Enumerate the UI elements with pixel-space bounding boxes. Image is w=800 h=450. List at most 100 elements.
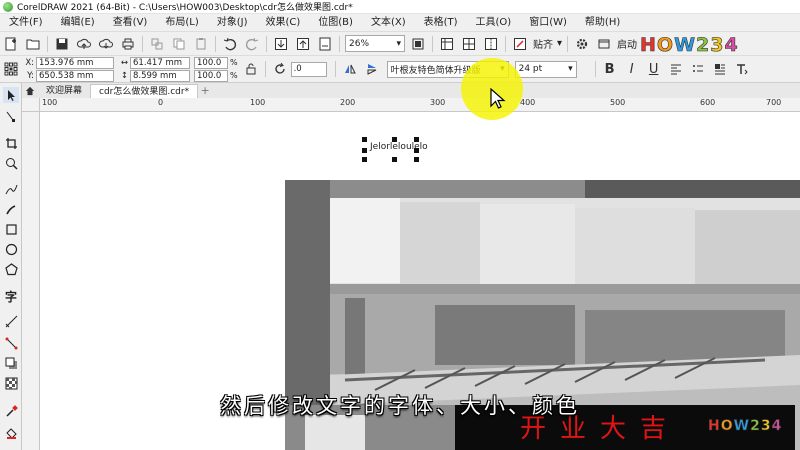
menu-bitmaps[interactable]: 位图(B) <box>309 14 362 31</box>
interactive-fill-tool[interactable] <box>3 425 19 441</box>
transparency-tool[interactable] <box>3 375 19 391</box>
save-button[interactable] <box>53 35 71 53</box>
selection-handle[interactable] <box>362 137 367 142</box>
new-document-button[interactable] <box>2 35 20 53</box>
application-launcher-button[interactable] <box>595 35 613 53</box>
menu-object[interactable]: 对象(J) <box>208 14 257 31</box>
zoom-level-select[interactable]: 26% ▾ <box>345 35 405 52</box>
connector-tool[interactable] <box>3 335 19 351</box>
menu-edit[interactable]: 编辑(E) <box>52 14 104 31</box>
fill-bucket-icon <box>5 427 17 439</box>
horizontal-ruler[interactable]: 100 0 100 200 300 400 500 600 700 <box>40 98 800 112</box>
export-button[interactable] <box>294 35 312 53</box>
save-icon <box>56 38 68 49</box>
selection-handle[interactable] <box>414 137 419 142</box>
selected-text-object[interactable]: Jelorleloulelo <box>370 142 428 152</box>
import-button[interactable] <box>272 35 290 53</box>
video-subtitle: 然后修改文字的字体、大小、颜色 <box>220 394 580 418</box>
menu-tools[interactable]: 工具(O) <box>467 14 521 31</box>
ellipse-tool[interactable] <box>3 241 19 257</box>
copy-button[interactable] <box>170 35 188 53</box>
menu-window[interactable]: 窗口(W) <box>520 14 576 31</box>
selection-handle[interactable] <box>392 157 397 162</box>
rectangle-tool[interactable] <box>3 221 19 237</box>
options-button[interactable] <box>573 35 591 53</box>
toolbar-separator <box>339 35 340 52</box>
menu-table[interactable]: 表格(T) <box>415 14 467 31</box>
launch-label[interactable]: 启动 <box>617 36 637 51</box>
copy-icon <box>173 38 185 49</box>
snap-off-button[interactable] <box>511 35 529 53</box>
lock-ratio-button[interactable] <box>242 60 260 78</box>
shape-tool[interactable] <box>3 108 19 124</box>
artistic-media-tool[interactable] <box>3 201 19 217</box>
chevron-down-icon[interactable]: ▾ <box>557 38 562 49</box>
menu-view[interactable]: 查看(V) <box>104 14 157 31</box>
rectangle-icon <box>5 223 17 235</box>
ruler-origin[interactable] <box>22 98 40 112</box>
menu-text[interactable]: 文本(X) <box>362 14 415 31</box>
menu-help[interactable]: 帮助(H) <box>576 14 629 31</box>
undo-button[interactable] <box>221 35 239 53</box>
menu-layout[interactable]: 布局(L) <box>156 14 207 31</box>
rotation-angle-field[interactable]: .0 <box>290 61 327 77</box>
cut-button[interactable] <box>148 35 166 53</box>
drop-cap-button[interactable] <box>711 60 729 78</box>
full-screen-button[interactable] <box>409 35 427 53</box>
drop-shadow-tool[interactable] <box>3 355 19 371</box>
snap-to-label[interactable]: 贴齐 <box>533 36 553 51</box>
show-rulers-button[interactable] <box>438 35 456 53</box>
show-grid-button[interactable] <box>460 35 478 53</box>
publish-pdf-button[interactable] <box>316 35 334 53</box>
font-size-select[interactable]: 24 pt ▾ <box>514 60 577 78</box>
mirror-vertical-icon <box>367 64 376 75</box>
scale-y-field[interactable]: 100.0 <box>194 69 228 82</box>
bullet-list-button[interactable] <box>689 60 707 78</box>
zoom-tool[interactable] <box>3 155 19 171</box>
bold-button[interactable]: B <box>601 60 619 78</box>
tab-document[interactable]: cdr怎么做效果图.cdr* <box>90 84 199 98</box>
show-guidelines-button[interactable] <box>482 35 500 53</box>
add-tab-button[interactable]: + <box>198 84 212 98</box>
height-field[interactable]: 8.599 mm <box>130 69 190 82</box>
redo-button[interactable] <box>243 35 261 53</box>
object-origin-button[interactable] <box>2 60 20 78</box>
mirror-horizontal-button[interactable] <box>341 60 359 78</box>
selection-handle[interactable] <box>362 157 367 162</box>
print-button[interactable] <box>119 35 137 53</box>
chevron-down-icon: ▾ <box>568 64 573 74</box>
italic-button[interactable]: I <box>623 60 641 78</box>
selection-handle[interactable] <box>414 148 419 153</box>
window-title: CorelDRAW 2021 (64-Bit) - C:\Users\HOW00… <box>17 3 353 13</box>
cloud-upload-button[interactable] <box>75 35 93 53</box>
width-field[interactable]: 61.417 mm <box>130 56 190 69</box>
menu-effects[interactable]: 效果(C) <box>256 14 309 31</box>
export-icon <box>297 37 309 50</box>
paste-icon <box>196 37 206 49</box>
x-position-field[interactable]: 153.976 mm <box>36 56 114 69</box>
text-tool[interactable]: 字 <box>3 288 19 304</box>
pick-tool[interactable] <box>3 87 19 103</box>
selection-handle[interactable] <box>414 157 419 162</box>
freehand-tool[interactable] <box>3 181 19 197</box>
text-alignment-button[interactable] <box>667 60 685 78</box>
selection-handle[interactable] <box>362 148 367 153</box>
menu-file[interactable]: 文件(F) <box>0 14 52 31</box>
tab-welcome-screen[interactable]: 欢迎屏幕 <box>38 84 90 98</box>
open-button[interactable] <box>24 35 42 53</box>
text-properties-button[interactable] <box>733 60 751 78</box>
paste-button[interactable] <box>192 35 210 53</box>
crop-tool[interactable] <box>3 135 19 151</box>
home-tab[interactable] <box>22 83 38 98</box>
redo-icon <box>246 37 259 50</box>
polygon-tool[interactable] <box>3 261 19 277</box>
underline-button[interactable]: U <box>645 60 663 78</box>
selection-handle[interactable] <box>392 137 397 142</box>
scale-x-field[interactable]: 100.0 <box>194 56 228 69</box>
cloud-download-button[interactable] <box>97 35 115 53</box>
mirror-vertical-button[interactable] <box>363 60 381 78</box>
y-position-field[interactable]: 650.538 mm <box>36 69 114 82</box>
rulers-icon <box>441 37 453 50</box>
parallel-dimension-tool[interactable] <box>3 313 19 329</box>
reference-point-icon <box>4 62 18 76</box>
